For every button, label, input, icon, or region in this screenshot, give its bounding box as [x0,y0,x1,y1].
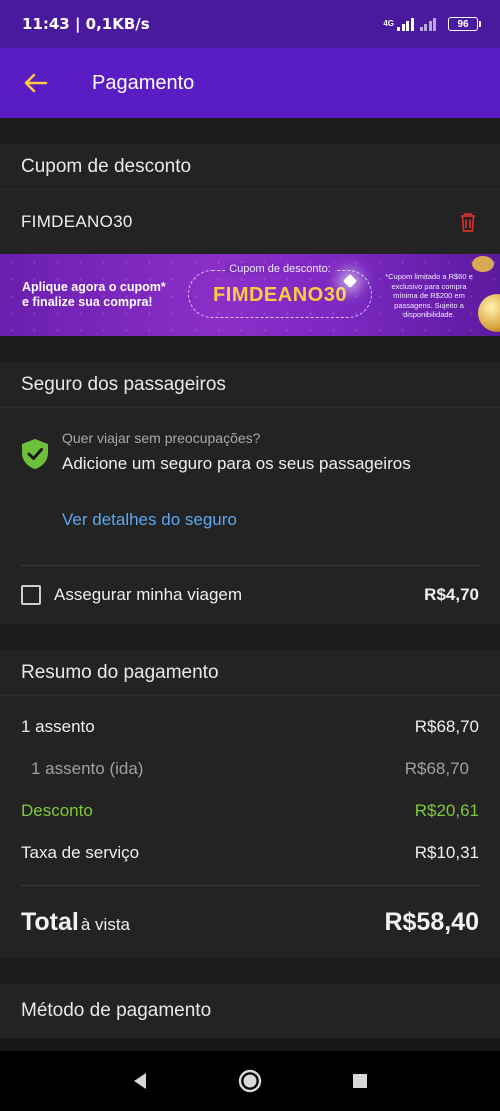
total-label-text: Total [21,907,79,936]
triangle-back-icon [134,1073,146,1089]
summary-row-seats: 1 assento R$68,70 [21,706,479,748]
shield-check-icon [22,439,48,469]
status-bar: 11:43 | 0,1KB/s 4G 96 [0,0,500,48]
summary-label: Taxa de serviço [21,843,140,862]
summary-label: Desconto [21,801,93,820]
summary-row-seat-outbound: 1 assento (ida) R$68,70 [21,748,479,790]
insurance-price: R$4,70 [424,585,479,604]
coupon-code: FIMDEANO30 [21,212,133,231]
square-recents-icon [353,1074,367,1088]
page-title: Pagamento [92,71,195,94]
coupon-row: FIMDEANO30 [0,190,500,254]
insurance-checkbox-label[interactable]: Assegurar minha viagem [54,585,424,605]
insurance-details-link[interactable]: Ver detalhes do seguro [62,510,411,530]
insurance-section: Seguro dos passageiros Quer viajar sem p… [0,362,500,624]
spacer [0,336,500,362]
signal-strength-2-icon [419,17,436,31]
spacer [0,624,500,650]
spacer [0,958,500,984]
insurance-text: Quer viajar sem preocupações? Adicione u… [62,428,411,530]
insurance-checkbox[interactable] [21,585,41,605]
summary-row-service-fee: Taxa de serviço R$10,31 [21,832,479,874]
total-label: Total à vista [21,908,130,937]
summary-value: R$68,70 [414,717,479,736]
payment-method-section: Método de pagamento [0,984,500,1038]
summary-value: R$10,31 [414,843,479,862]
total-value: R$58,40 [384,907,479,936]
summary-body: 1 assento R$68,70 1 assento (ida) R$68,7… [0,706,500,958]
insurance-offer: Quer viajar sem preocupações? Adicione u… [21,428,479,530]
summary-value: R$68,70 [404,759,469,778]
status-icons: 4G 96 [383,17,481,31]
circle-home-icon [238,1069,262,1093]
total-payment-type: à vista [80,914,131,934]
banner-coupon-box: Cupom de desconto: FIMDEANO30 [188,263,372,318]
battery-icon: 96 [448,17,481,31]
coupon-section: Cupom de desconto FIMDEANO30 [0,144,500,254]
app-bar: Pagamento [0,48,500,118]
network-type-label: 4G [383,19,394,28]
coupon-header: Cupom de desconto [0,144,500,190]
signal-strength-icon [397,17,414,31]
summary-value: R$20,61 [414,801,479,820]
nav-back-button[interactable] [125,1066,155,1096]
status-time: 11:43 | 0,1KB/s [22,15,150,33]
summary-header: Resumo do pagamento [0,650,500,696]
trash-icon[interactable] [457,211,479,233]
insurance-checkbox-row[interactable]: Assegurar minha viagem R$4,70 [21,566,479,624]
nav-home-button[interactable] [235,1066,265,1096]
insurance-body: Quer viajar sem preocupações? Adicione u… [0,408,500,624]
summary-label: 1 assento (ida) [31,759,144,778]
summary-section: Resumo do pagamento 1 assento R$68,70 1 … [0,650,500,958]
summary-label: 1 assento [21,717,95,736]
back-button[interactable] [22,69,50,97]
arrow-left-icon [24,73,48,93]
banner-box-label-text: Cupom de desconto: [225,263,335,275]
system-navigation-bar [0,1051,500,1111]
banner-box-label: Cupom de desconto: [189,263,371,275]
nav-recents-button[interactable] [345,1066,375,1096]
banner-coupon-code: FIMDEANO30 [213,284,347,306]
insurance-header: Seguro dos passageiros [0,362,500,408]
coupon-promo-banner[interactable]: Aplique agora o cupom* e finalize sua co… [0,254,500,336]
banner-disclaimer: *Cupom limitado a R$60 e exclusivo para … [385,272,473,319]
payment-method-header: Método de pagamento [0,984,500,1038]
insurance-question: Quer viajar sem preocupações? [62,430,261,446]
gold-ribbon-decoration [472,256,494,272]
total-row: Total à vista R$58,40 [21,886,479,958]
summary-row-discount: Desconto R$20,61 [21,790,479,832]
insurance-main-text: Adicione um seguro para os seus passagei… [62,454,411,473]
spacer [0,118,500,144]
